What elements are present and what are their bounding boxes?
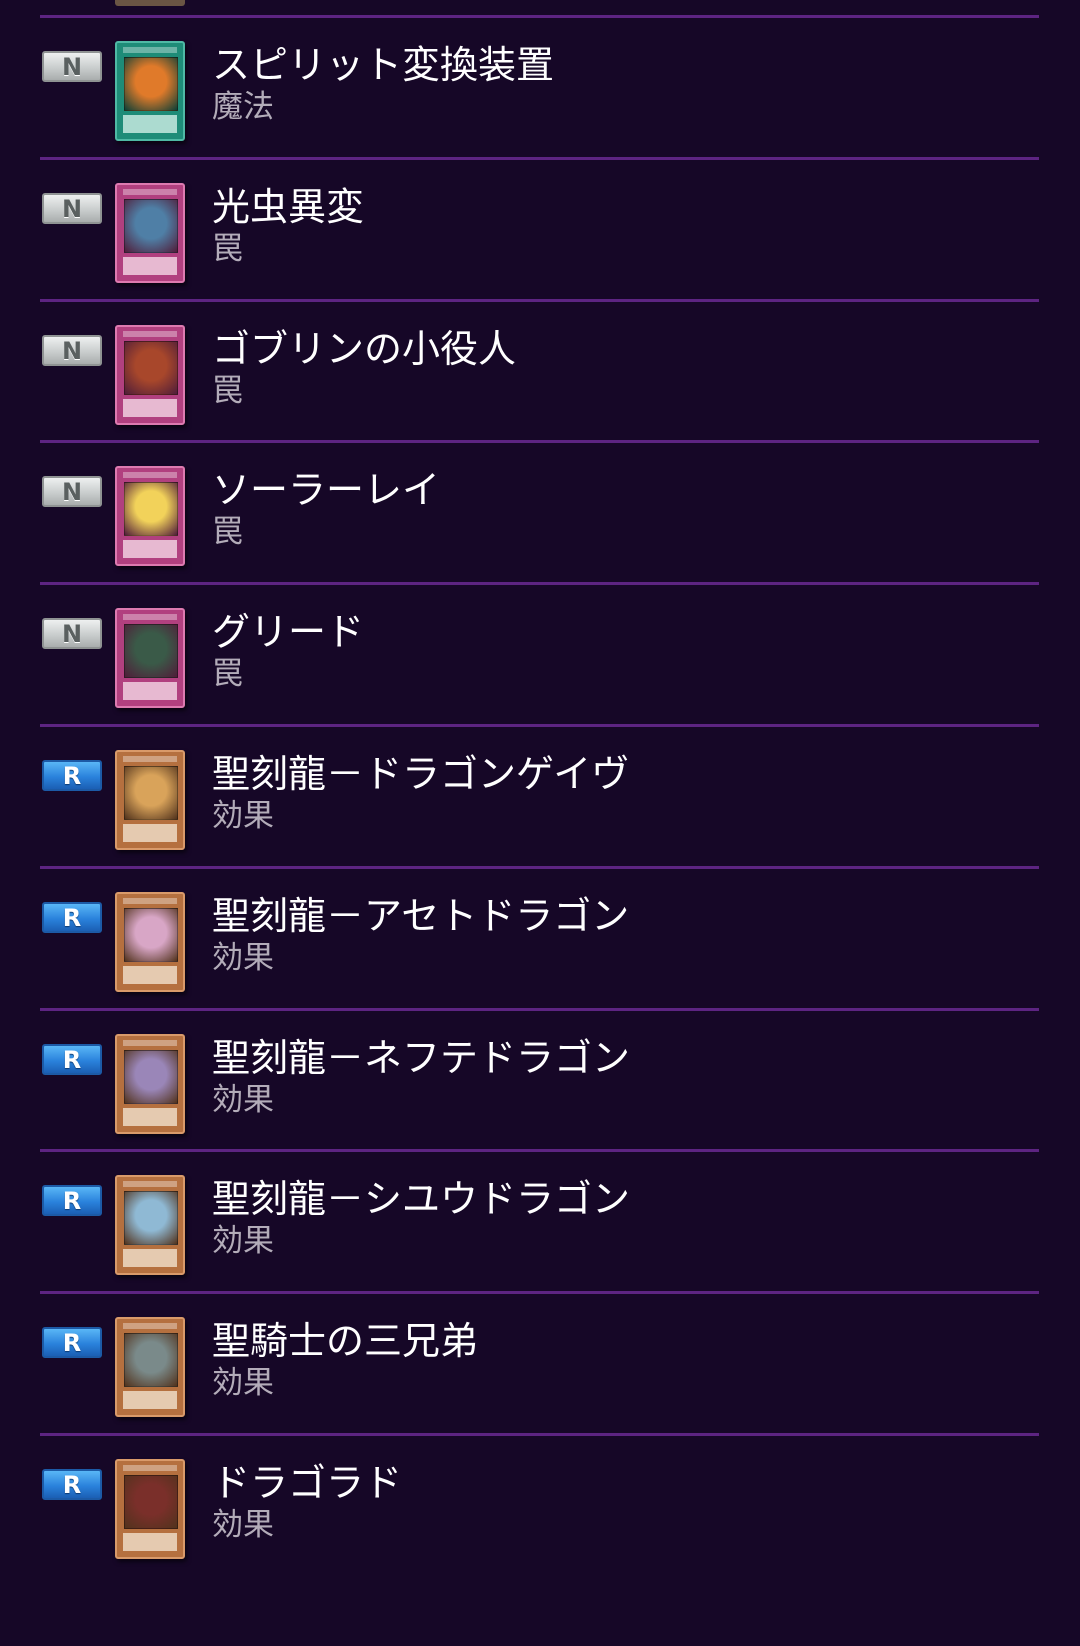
card-list-item[interactable]: N ゴブリンの小役人罠 [0, 302, 1080, 448]
card-thumbnail [115, 1459, 185, 1559]
card-textbox [123, 540, 177, 558]
card-thumbnail [115, 750, 185, 850]
card-thumbnail [115, 41, 185, 141]
card-textbox [123, 682, 177, 700]
card-list-item[interactable]: N グリード罠 [0, 585, 1080, 731]
card-list-item[interactable]: R 聖騎士の三兄弟 効果 [0, 1294, 1080, 1440]
card-nameplate [123, 47, 177, 53]
rarity-badge: N [42, 193, 102, 224]
card-artwork [124, 57, 178, 111]
card-thumbnail [115, 466, 185, 566]
card-list-item[interactable]: N 光虫異変罠 [0, 160, 1080, 306]
card-thumbnail [115, 1317, 185, 1417]
rarity-badge: N [42, 618, 102, 649]
card-nameplate [123, 189, 177, 195]
card-name: ドラゴラド [212, 1461, 403, 1505]
rarity-badge: R [42, 902, 102, 933]
card-type: 罠 [212, 656, 243, 692]
card-type: 効果 [212, 940, 274, 976]
card-nameplate [123, 898, 177, 904]
card-type: 効果 [212, 1223, 274, 1259]
card-thumbnail [115, 608, 185, 708]
card-type: 効果 [212, 1082, 274, 1118]
card-list-item[interactable]: R ドラゴラド 効果 [0, 1436, 1080, 1582]
rarity-badge: R [42, 1185, 102, 1216]
card-textbox [123, 115, 177, 133]
card-list-item[interactable]: N ソーラーレイ罠 [0, 443, 1080, 589]
card-artwork [124, 1191, 178, 1245]
card-textbox [123, 1108, 177, 1126]
card-type: 効果 [212, 798, 274, 834]
card-list-item[interactable]: N スピリット変換装置 魔法 [0, 18, 1080, 164]
card-list: N スピリット変換装置 魔法 N 光虫異変罠 N ゴブリンの小役人罠 N ソーラーレイ罠 N グリー… [0, 0, 1080, 1646]
card-artwork [124, 482, 178, 536]
card-artwork [124, 1475, 178, 1529]
card-name: 聖刻龍－アセトドラゴン [212, 894, 630, 938]
card-type: 効果 [212, 1507, 274, 1543]
card-thumbnail [115, 892, 185, 992]
rarity-badge: N [42, 335, 102, 366]
rarity-badge: N [42, 51, 102, 82]
rarity-badge: R [42, 760, 102, 791]
card-list-item[interactable]: R 聖刻龍－ネフテドラゴン 効果 [0, 1011, 1080, 1157]
card-artwork [124, 908, 178, 962]
card-type: 魔法 [212, 89, 274, 125]
card-textbox [123, 1533, 177, 1551]
card-name: 光虫異変 [212, 185, 365, 229]
card-nameplate [123, 1465, 177, 1471]
card-artwork [124, 1333, 178, 1387]
card-textbox [123, 399, 177, 417]
card-nameplate [123, 331, 177, 337]
card-thumbnail [115, 1034, 185, 1134]
card-artwork [124, 1050, 178, 1104]
card-nameplate [123, 1040, 177, 1046]
card-textbox [123, 824, 177, 842]
rarity-badge: R [42, 1469, 102, 1500]
card-artwork [124, 199, 178, 253]
card-name: ソーラーレイ [212, 468, 441, 512]
card-artwork [124, 341, 178, 395]
card-nameplate [123, 1323, 177, 1329]
card-name: スピリット変換装置 [212, 43, 555, 87]
card-name: 聖騎士の三兄弟 [212, 1319, 479, 1363]
card-thumbnail [115, 183, 185, 283]
card-name: グリード [212, 610, 365, 654]
card-type: 効果 [212, 1365, 274, 1401]
card-nameplate [123, 756, 177, 762]
card-type: 罠 [212, 514, 243, 550]
card-name: 聖刻龍－ネフテドラゴン [212, 1036, 631, 1080]
card-artwork [124, 766, 178, 820]
previous-card-thumbnail-edge [115, 0, 185, 6]
card-name: ゴブリンの小役人 [212, 327, 517, 371]
card-type: 罠 [212, 373, 243, 409]
card-nameplate [123, 472, 177, 478]
card-artwork [124, 624, 178, 678]
card-nameplate [123, 1181, 177, 1187]
card-thumbnail [115, 325, 185, 425]
card-type: 罠 [212, 231, 243, 267]
rarity-badge: R [42, 1044, 102, 1075]
card-nameplate [123, 614, 177, 620]
card-name: 聖刻龍－ドラゴンゲイヴ [212, 752, 630, 796]
card-thumbnail [115, 1175, 185, 1275]
card-textbox [123, 257, 177, 275]
card-name: 聖刻龍－シユウドラゴン [212, 1177, 631, 1221]
card-textbox [123, 966, 177, 984]
card-textbox [123, 1249, 177, 1267]
card-list-item[interactable]: R 聖刻龍－ドラゴンゲイヴ 効果 [0, 727, 1080, 873]
rarity-badge: R [42, 1327, 102, 1358]
card-list-item[interactable]: R 聖刻龍－アセトドラゴン 効果 [0, 869, 1080, 1015]
rarity-badge: N [42, 476, 102, 507]
card-textbox [123, 1391, 177, 1409]
card-list-item[interactable]: R 聖刻龍－シユウドラゴン 効果 [0, 1152, 1080, 1298]
